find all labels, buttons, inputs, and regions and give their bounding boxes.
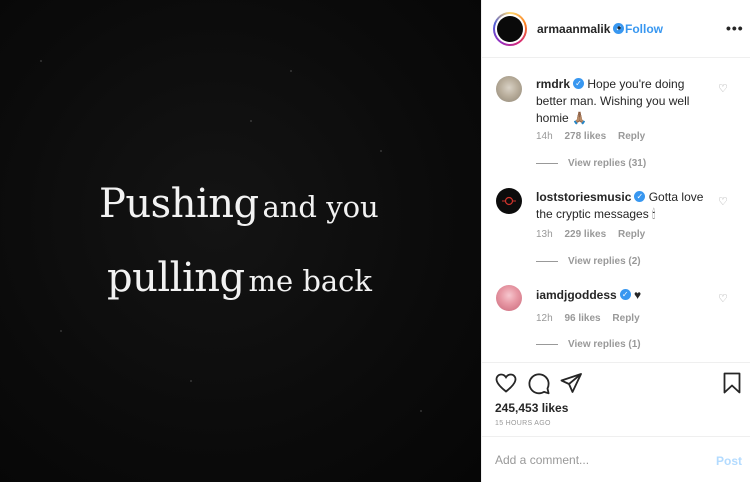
verified-icon: ✓: [619, 289, 631, 301]
avatar[interactable]: [496, 285, 522, 311]
post-timestamp[interactable]: 15 HOURS AGO: [495, 420, 551, 427]
avatar[interactable]: [496, 188, 522, 214]
likes-count[interactable]: 245,453 likes: [495, 401, 568, 415]
avatar[interactable]: [493, 12, 527, 46]
comment-meta: 13h 229 likes Reply: [536, 229, 654, 240]
quote-words: and you: [262, 190, 379, 224]
view-replies[interactable]: View replies (1): [536, 339, 641, 350]
reply-button[interactable]: Reply: [612, 313, 639, 324]
comment-username[interactable]: loststoriesmusic: [536, 190, 631, 204]
username[interactable]: armaanmalik: [537, 22, 610, 36]
avatar-logo: [502, 196, 516, 206]
view-replies[interactable]: View replies (31): [536, 158, 646, 169]
post-image[interactable]: Pushing and you pulling me back: [0, 0, 481, 482]
comment-text: iamdjgoddess ✓ ♥: [536, 287, 716, 304]
noise-speck: [190, 380, 192, 382]
comment-body: ♥: [634, 288, 642, 302]
quote-line-1: Pushing and you: [99, 184, 379, 224]
comment-time[interactable]: 14h: [536, 131, 553, 142]
bookmark-icon[interactable]: [720, 371, 744, 395]
quote-words: me back: [248, 264, 373, 298]
share-icon[interactable]: [559, 371, 583, 395]
comment-input[interactable]: [495, 453, 695, 467]
follow-button[interactable]: Follow: [625, 22, 663, 36]
view-replies-label[interactable]: View replies (1): [568, 339, 641, 350]
verified-icon: ✓: [634, 191, 646, 203]
more-icon[interactable]: •••: [726, 20, 744, 36]
divider: [536, 260, 558, 262]
heart-icon[interactable]: ♡: [718, 292, 728, 305]
noise-speck: [40, 60, 42, 62]
add-comment-bar: Post: [482, 436, 750, 482]
separator: •: [617, 21, 622, 35]
post-author[interactable]: armaanmalik ✓: [537, 22, 625, 36]
view-replies-label[interactable]: View replies (2): [568, 256, 641, 267]
quote-word: pulling: [107, 255, 245, 301]
noise-speck: [290, 70, 292, 72]
heart-icon[interactable]: ♡: [718, 195, 728, 208]
post-button[interactable]: Post: [716, 454, 742, 468]
heart-icon[interactable]: ♡: [718, 82, 728, 95]
post-sidebar: armaanmalik ✓ • Follow ••• rmdrk ✓ Hope yo…: [481, 0, 750, 482]
heart-icon[interactable]: [494, 371, 518, 395]
divider: [536, 343, 558, 345]
verified-icon: ✓: [573, 78, 585, 90]
comment-text: rmdrk ✓ Hope you're doing better man. Wis…: [536, 76, 716, 127]
noise-speck: [60, 330, 62, 332]
view-replies-label[interactable]: View replies (31): [568, 158, 646, 169]
post-header: armaanmalik ✓ • Follow •••: [482, 0, 750, 58]
comment-icon[interactable]: [527, 371, 551, 395]
quote-line-2: pulling me back: [107, 258, 372, 298]
comment-username[interactable]: rmdrk: [536, 77, 570, 91]
comment-meta: 12h 96 likes Reply: [536, 313, 649, 324]
comment-meta: 14h 278 likes Reply: [536, 131, 654, 142]
reply-button[interactable]: Reply: [618, 229, 645, 240]
comment-time[interactable]: 12h: [536, 313, 553, 324]
comment-username[interactable]: iamdjgoddess: [536, 288, 617, 302]
view-replies[interactable]: View replies (2): [536, 256, 641, 267]
noise-speck: [380, 150, 382, 152]
noise-speck: [250, 120, 252, 122]
reply-button[interactable]: Reply: [618, 131, 645, 142]
comment-likes[interactable]: 278 likes: [564, 131, 606, 142]
quote-word: Pushing: [99, 181, 259, 227]
comment-likes[interactable]: 229 likes: [564, 229, 606, 240]
avatar[interactable]: [496, 76, 522, 102]
noise-speck: [420, 410, 422, 412]
comment-likes[interactable]: 96 likes: [564, 313, 600, 324]
comment-text: loststoriesmusic ✓ Gotta love the cryptic…: [536, 189, 716, 223]
comment-time[interactable]: 13h: [536, 229, 553, 240]
divider: [536, 162, 558, 164]
